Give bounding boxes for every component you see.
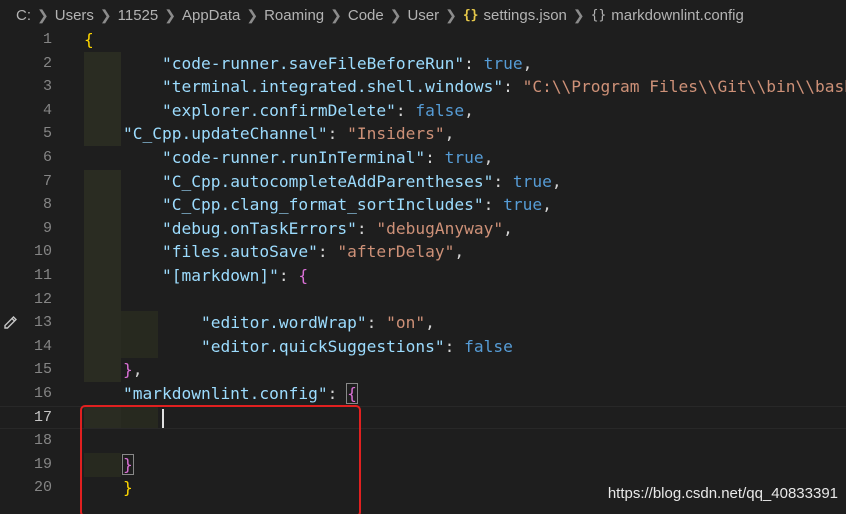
json-key: "terminal.integrated.shell.windows" — [161, 77, 504, 97]
breadcrumb-item-file[interactable]: settings.json — [484, 7, 567, 24]
json-key: "debug.onTaskErrors" — [161, 218, 357, 238]
breadcrumb-item-code[interactable]: Code — [348, 7, 384, 24]
breadcrumb-item-appdata[interactable]: AppData — [182, 7, 240, 24]
json-key: "editor.quickSuggestions" — [200, 336, 445, 356]
breadcrumb-item-user-id[interactable]: 11525 — [118, 7, 159, 24]
json-key: "code-runner.saveFileBeforeRun" — [161, 53, 465, 73]
breadcrumb-item-user[interactable]: User — [407, 7, 439, 24]
breadcrumb-item-drive[interactable]: C: — [16, 7, 31, 24]
line-number: 8 — [42, 196, 52, 214]
json-key: "[markdown]" — [161, 265, 279, 285]
line-number: 15 — [33, 361, 52, 379]
line-number: 6 — [42, 148, 52, 166]
code-line-current[interactable] — [0, 405, 846, 430]
json-key: "C_Cpp.clang_format_sortIncludes" — [161, 195, 484, 215]
close-brace: } — [122, 360, 133, 380]
json-value: true — [503, 195, 543, 215]
chevron-right-icon: ❯ — [572, 6, 585, 23]
code-line: "code-runner.saveFileBeforeRun": true, — [161, 53, 533, 73]
line-number: 10 — [33, 243, 52, 261]
close-brace: } — [122, 453, 134, 475]
pencil-icon — [4, 316, 17, 329]
text-cursor — [161, 408, 164, 428]
line-number: 18 — [33, 432, 52, 450]
breadcrumb-item-property[interactable]: markdownlint.config — [611, 7, 744, 24]
json-value: false — [464, 336, 513, 356]
line-number: 9 — [42, 219, 52, 237]
code-area[interactable]: { "code-runner.saveFileBeforeRun": true,… — [0, 28, 846, 500]
code-line: "debug.onTaskErrors": "debugAnyway", — [161, 218, 513, 238]
code-line: } — [84, 453, 846, 477]
glyph-margin — [0, 28, 22, 514]
json-key: "files.autoSave" — [161, 242, 318, 262]
json-key: "code-runner.runInTerminal" — [161, 147, 426, 167]
line-number: 14 — [33, 337, 52, 355]
line-number: 1 — [42, 31, 52, 48]
line-number: 11 — [33, 266, 52, 284]
line-number: 5 — [42, 125, 52, 143]
line-number: 19 — [33, 455, 52, 473]
code-line: "explorer.confirmDelete": false, — [161, 100, 474, 120]
json-value: true — [512, 171, 552, 191]
code-line: "[markdown]": { — [161, 265, 309, 285]
breadcrumb-item-users[interactable]: Users — [55, 7, 94, 24]
code-line: "terminal.integrated.shell.windows": "C:… — [84, 75, 846, 99]
line-number: 2 — [42, 54, 52, 72]
breadcrumb: C: ❯ Users ❯ 11525 ❯ AppData ❯ Roaming ❯… — [0, 0, 846, 30]
json-key: "editor.wordWrap" — [200, 313, 367, 333]
code-line: "C_Cpp.clang_format_sortIncludes": true, — [161, 195, 552, 215]
json-key: "markdownlint.config" — [122, 383, 328, 403]
watermark: https://blog.csdn.net/qq_40833391 — [607, 485, 838, 502]
line-number: 13 — [33, 314, 52, 332]
code-line: "C_Cpp.autocompleteAddParentheses": true… — [161, 171, 562, 191]
json-value: false — [415, 100, 465, 120]
chevron-right-icon: ❯ — [445, 6, 457, 23]
line-number: 7 — [42, 172, 52, 190]
line-number-gutter: 1 2 3 4 5 6 7 8 9 10 11 12 13 14 15 16 1… — [22, 28, 52, 500]
code-line: }, — [122, 360, 143, 380]
code-editor[interactable]: 1 2 3 4 5 6 7 8 9 10 11 12 13 14 15 16 1… — [0, 28, 846, 514]
line-number: 20 — [33, 479, 52, 497]
chevron-right-icon: ❯ — [99, 6, 112, 23]
chevron-right-icon: ❯ — [246, 6, 259, 23]
open-brace: { — [346, 382, 358, 404]
chevron-right-icon: ❯ — [389, 6, 402, 23]
code-line: "files.autoSave": "afterDelay", — [161, 242, 465, 262]
json-value: "on" — [386, 313, 426, 333]
json-file-icon: {} — [462, 7, 479, 23]
chevron-right-icon: ❯ — [164, 6, 176, 23]
line-number: 4 — [42, 101, 52, 119]
json-value: true — [444, 147, 484, 167]
json-value: true — [483, 53, 523, 73]
vscode-window: C: ❯ Users ❯ 11525 ❯ AppData ❯ Roaming ❯… — [0, 0, 846, 514]
code-line: "code-runner.runInTerminal": true, — [161, 147, 494, 167]
object-property-icon: {} — [590, 7, 607, 23]
code-line: "markdownlint.config": { — [122, 382, 358, 404]
json-key: "explorer.confirmDelete" — [161, 100, 396, 120]
code-line: "editor.wordWrap": "on", — [200, 313, 435, 333]
open-brace: { — [84, 30, 94, 49]
close-brace: } — [122, 478, 133, 498]
code-line: "C_Cpp.updateChannel": "Insiders", — [122, 124, 455, 144]
open-brace: { — [298, 265, 309, 285]
json-key: "C_Cpp.updateChannel" — [122, 124, 328, 144]
json-key: "C_Cpp.autocompleteAddParentheses" — [161, 171, 494, 191]
line-number: 16 — [33, 384, 52, 402]
chevron-right-icon: ❯ — [37, 6, 49, 23]
json-value: "debugAnyway" — [376, 218, 504, 238]
json-value: "afterDelay" — [337, 242, 455, 262]
line-number: 3 — [42, 78, 52, 96]
json-value: "C:\\Program Files\\Git\\bin\\bash — [522, 77, 846, 97]
line-number: 12 — [33, 290, 52, 308]
code-line: "editor.quickSuggestions": false — [200, 336, 513, 356]
chevron-right-icon: ❯ — [330, 6, 342, 23]
code-line: { — [84, 28, 846, 52]
json-value: "Insiders" — [347, 124, 445, 144]
breadcrumb-item-roaming[interactable]: Roaming — [264, 7, 324, 24]
